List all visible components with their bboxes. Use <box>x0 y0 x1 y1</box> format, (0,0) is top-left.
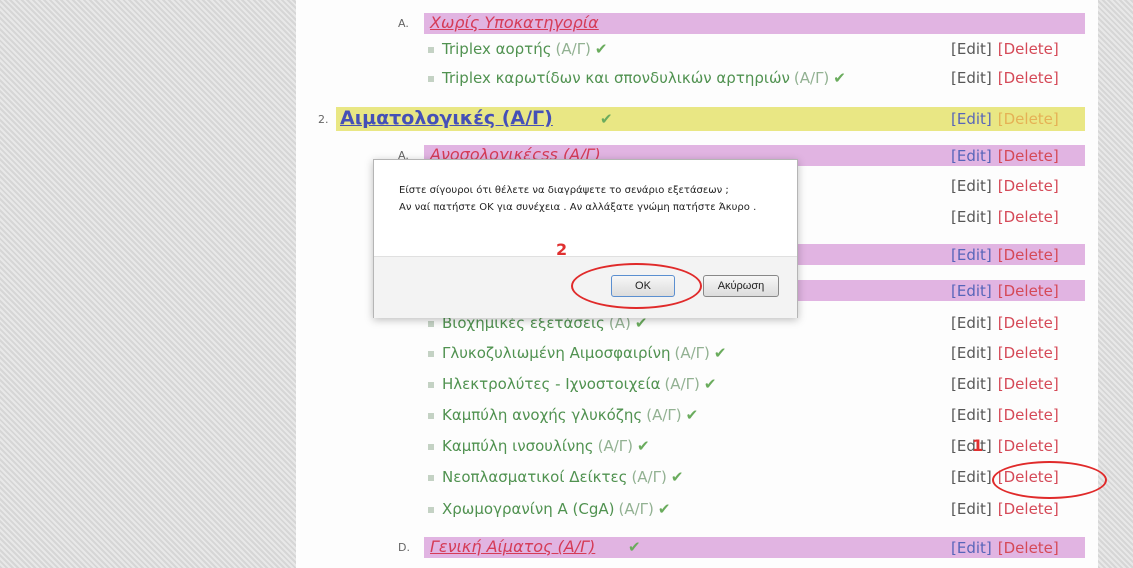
annotation-ring-ok <box>571 263 702 309</box>
annotation-step-1: 1 <box>972 436 984 455</box>
page-background-left <box>0 0 296 568</box>
annotation-step-2: 2 <box>556 240 568 259</box>
dialog-message-line2: Αν ναί πατήστε OK για συνέχεια . Αν αλλά… <box>399 202 757 213</box>
cancel-button[interactable]: Ακύρωση <box>703 275 779 297</box>
dialog-message-line1: Είστε σίγουροι ότι θέλετε να διαγράψετε … <box>399 185 729 196</box>
annotation-ring-delete <box>992 461 1107 499</box>
